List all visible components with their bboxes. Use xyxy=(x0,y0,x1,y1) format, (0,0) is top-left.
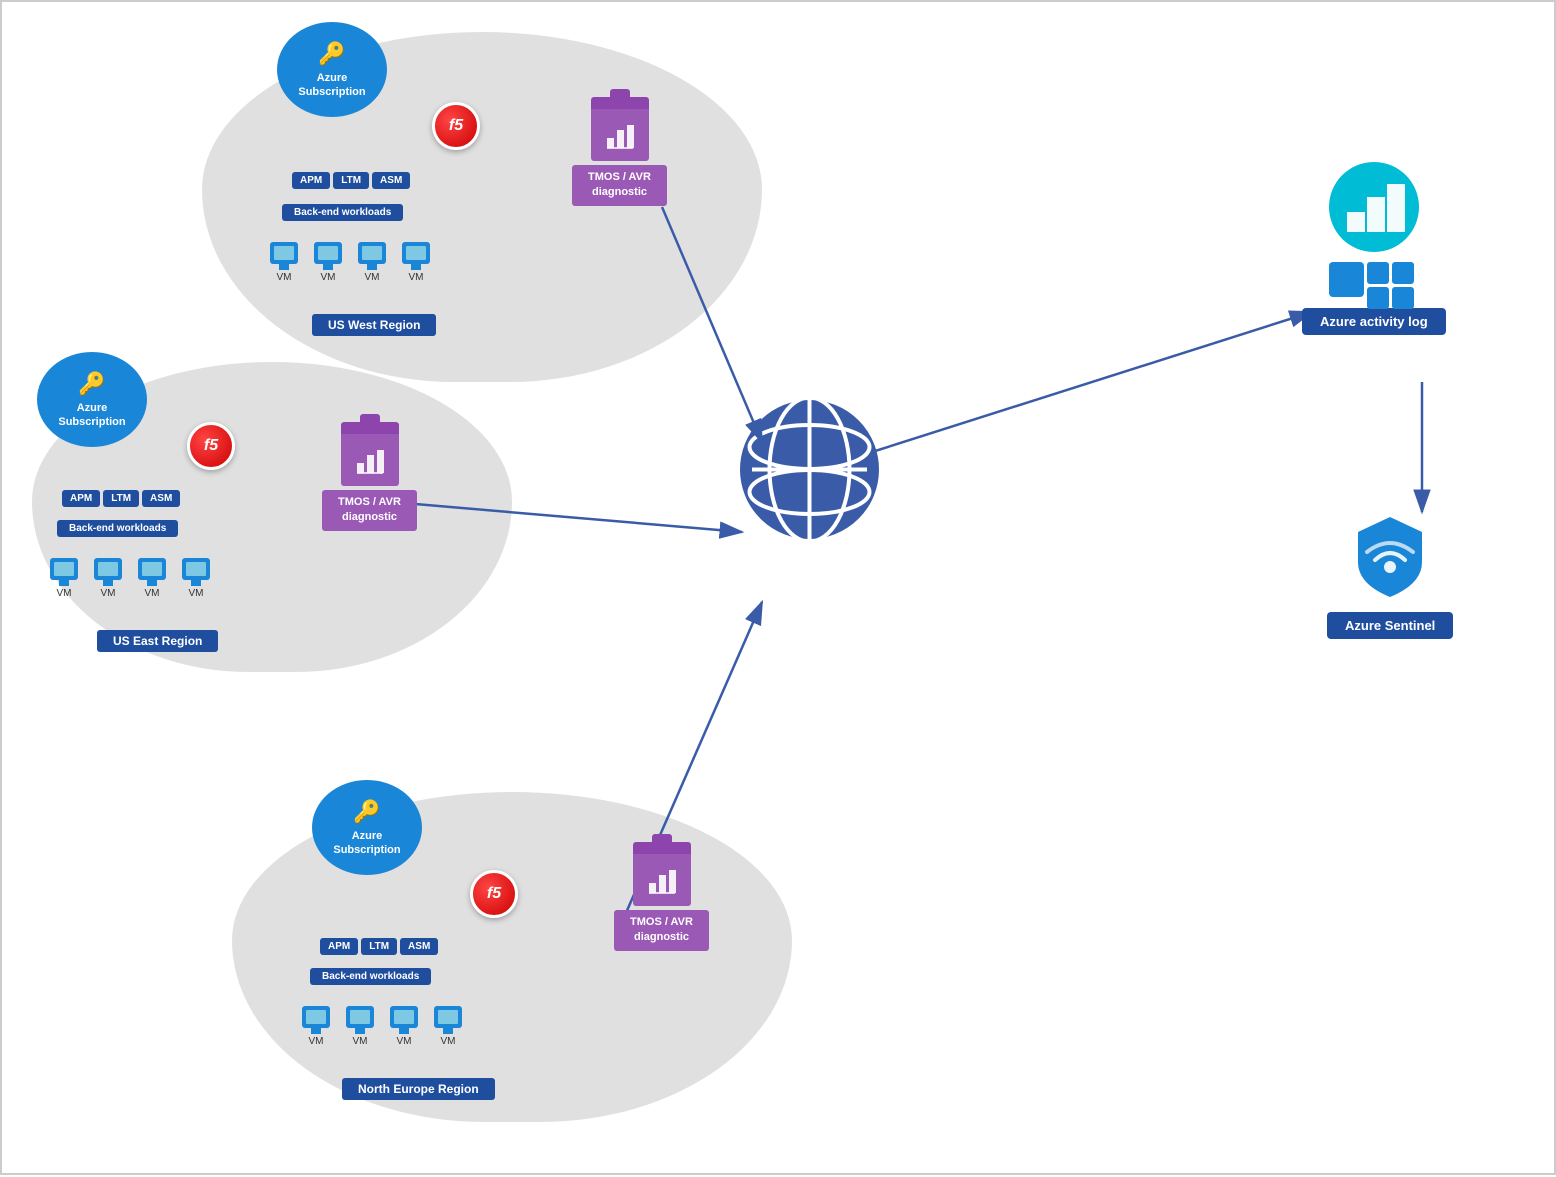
ne-vm-1: VM xyxy=(302,1006,330,1047)
ne-tmos-wrapper: TMOS / AVRdiagnostic xyxy=(614,842,709,951)
ne-tmos-clip-top xyxy=(633,842,691,854)
us-east-ltm: LTM xyxy=(103,490,139,507)
us-east-module-row: APM LTM ASM xyxy=(62,490,180,507)
us-east-tmos-clip-body xyxy=(341,434,399,486)
activity-log-icon-svg xyxy=(1329,162,1419,252)
ne-vm-2: VM xyxy=(346,1006,374,1047)
sentinel-shield-svg xyxy=(1350,512,1430,602)
us-east-vm-row: VM VM VM VM xyxy=(50,558,210,599)
ne-key-icon: 🔑 xyxy=(353,798,380,827)
ne-ltm: LTM xyxy=(361,938,397,955)
ne-tmos-chart-icon xyxy=(647,865,677,895)
us-west-f5-logo: f5 xyxy=(432,102,480,150)
us-east-asm: ASM xyxy=(142,490,180,507)
us-east-f5-logo: f5 xyxy=(187,422,235,470)
ne-tmos-label: TMOS / AVRdiagnostic xyxy=(614,910,709,951)
sentinel-icon xyxy=(1350,512,1430,602)
us-east-tmos-label: TMOS / AVRdiagnostic xyxy=(322,490,417,531)
us-west-module-row: APM LTM ASM xyxy=(292,172,410,189)
ne-azure-sub: 🔑 Azure Subscription xyxy=(312,780,422,875)
us-west-sub-label: Azure Subscription xyxy=(298,71,365,100)
us-east-apm: APM xyxy=(62,490,100,507)
ne-vm-3: VM xyxy=(390,1006,418,1047)
us-west-vm-row: VM VM VM VM xyxy=(270,242,430,283)
us-east-tmos-chart-icon xyxy=(355,445,385,475)
us-east-azure-sub: 🔑 Azure Subscription xyxy=(37,352,147,447)
us-east-region-label: US East Region xyxy=(97,630,218,652)
us-west-backend: Back-end workloads xyxy=(282,204,403,221)
us-east-key-icon: 🔑 xyxy=(78,370,105,399)
us-west-tmos-clip-top xyxy=(591,97,649,109)
us-east-backend: Back-end workloads xyxy=(57,520,178,537)
us-west-apm: APM xyxy=(292,172,330,189)
us-west-region-label: US West Region xyxy=(312,314,436,336)
ne-region-label: North Europe Region xyxy=(342,1078,495,1100)
us-west-tmos-label: TMOS / AVRdiagnostic xyxy=(572,165,667,206)
azure-sentinel-box: Azure Sentinel xyxy=(1327,512,1453,639)
ne-vm-4: VM xyxy=(434,1006,462,1047)
sentinel-label: Azure Sentinel xyxy=(1327,612,1453,639)
activity-log-label: Azure activity log xyxy=(1302,308,1446,335)
activity-log-icon xyxy=(1329,162,1419,252)
us-west-tmos-clip-body xyxy=(591,109,649,161)
us-west-vm-2: VM xyxy=(314,242,342,283)
ne-tmos-clip-body xyxy=(633,854,691,906)
us-east-tmos-wrapper: TMOS / AVRdiagnostic xyxy=(322,422,417,531)
us-west-tmos-chart-icon xyxy=(605,120,635,150)
us-east-vm-4: VM xyxy=(182,558,210,599)
us-west-ltm: LTM xyxy=(333,172,369,189)
us-east-tmos-clip-top xyxy=(341,422,399,434)
ne-backend: Back-end workloads xyxy=(310,968,431,985)
ne-f5-logo: f5 xyxy=(470,870,518,918)
us-east-sub-label: Azure Subscription xyxy=(58,401,125,430)
ne-asm: ASM xyxy=(400,938,438,955)
ne-apm: APM xyxy=(320,938,358,955)
us-east-vm-2: VM xyxy=(94,558,122,599)
us-west-vm-4: VM xyxy=(402,242,430,283)
ne-vm-row: VM VM VM VM xyxy=(302,1006,462,1047)
globe-svg xyxy=(732,392,887,547)
us-west-asm: ASM xyxy=(372,172,410,189)
diagram-container: 🔑 Azure Subscription f5 APM LTM ASM Back… xyxy=(2,2,1556,1177)
us-west-tmos-wrapper: TMOS / AVRdiagnostic xyxy=(572,97,667,206)
ne-module-row: APM LTM ASM xyxy=(320,938,438,955)
us-east-vm-1: VM xyxy=(50,558,78,599)
us-east-vm-3: VM xyxy=(138,558,166,599)
globe-icon xyxy=(732,392,887,547)
azure-activity-log-box: Azure activity log xyxy=(1302,162,1446,335)
us-west-vm-3: VM xyxy=(358,242,386,283)
ne-sub-label: Azure Subscription xyxy=(333,829,400,858)
us-west-vm-1: VM xyxy=(270,242,298,283)
us-west-key-icon: 🔑 xyxy=(318,40,345,69)
us-west-azure-sub: 🔑 Azure Subscription xyxy=(277,22,387,117)
